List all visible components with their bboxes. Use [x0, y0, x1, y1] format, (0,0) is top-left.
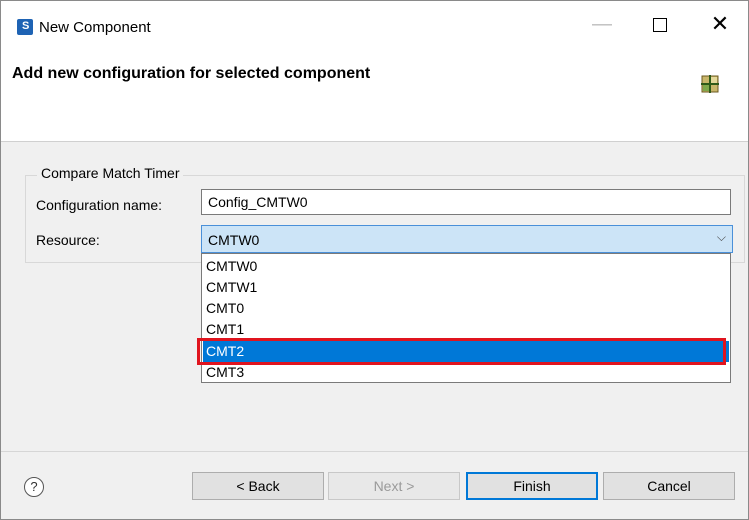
config-name-label: Configuration name:: [36, 197, 163, 213]
dropdown-option-cmt2[interactable]: CMT2: [203, 341, 729, 362]
dropdown-option-cmt3[interactable]: CMT3: [203, 362, 729, 383]
group-label: Compare Match Timer: [37, 165, 184, 181]
minimize-button[interactable]: —: [579, 9, 625, 39]
dropdown-option-cmtw0[interactable]: CMTW0: [203, 256, 729, 277]
finish-button[interactable]: Finish: [466, 472, 598, 500]
app-logo-icon: [17, 19, 33, 35]
title-bar: New Component — ✕: [1, 1, 748, 39]
footer-divider: [1, 451, 748, 452]
help-icon[interactable]: ?: [24, 477, 44, 497]
resource-dropdown-list: CMTW0 CMTW1 CMT0 CMT1 CMT2 CMT3: [201, 253, 731, 383]
next-button[interactable]: Next >: [328, 472, 460, 500]
maximize-button[interactable]: [637, 9, 683, 39]
page-title: Add new configuration for selected compo…: [12, 65, 371, 82]
component-grid-icon: [701, 75, 719, 93]
dialog-header: Add new configuration for selected compo…: [1, 39, 748, 142]
dropdown-option-cmt0[interactable]: CMT0: [203, 298, 729, 319]
maximize-icon: [653, 18, 667, 33]
chevron-down-icon[interactable]: ⌵: [717, 230, 726, 245]
new-component-dialog: New Component — ✕ Add new configuration …: [0, 0, 749, 520]
cancel-button[interactable]: Cancel: [603, 472, 735, 500]
resource-select[interactable]: CMTW0 ⌵: [201, 225, 733, 253]
resource-label: Resource:: [36, 232, 100, 248]
window-title: New Component: [39, 19, 151, 36]
close-button[interactable]: ✕: [697, 9, 743, 39]
back-button[interactable]: < Back: [192, 472, 324, 500]
dropdown-option-cmt1[interactable]: CMT1: [203, 319, 729, 340]
config-name-input[interactable]: [201, 189, 731, 215]
dropdown-option-cmtw1[interactable]: CMTW1: [203, 277, 729, 298]
resource-select-value: CMTW0: [208, 232, 260, 248]
